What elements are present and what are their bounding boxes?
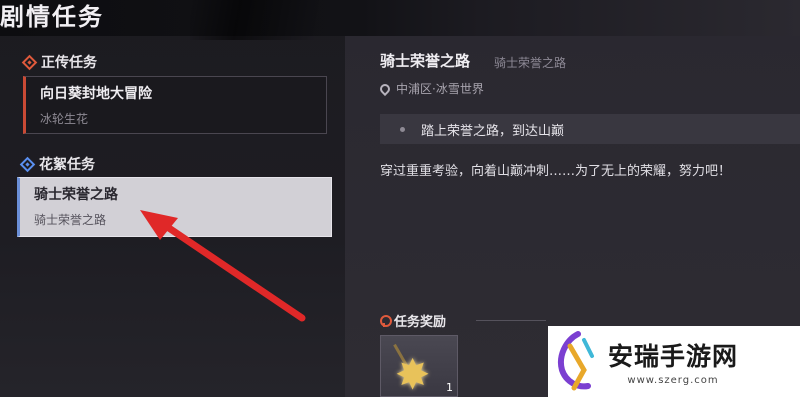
watermark-logo-icon: [548, 326, 604, 397]
watermark-name: 安瑞手游网: [608, 342, 739, 371]
arrow-head: [140, 210, 178, 240]
watermark-url: www.szerg.com: [627, 375, 719, 386]
site-watermark: 安瑞手游网 www.szerg.com: [548, 326, 800, 397]
arrow-shaft: [156, 218, 306, 322]
